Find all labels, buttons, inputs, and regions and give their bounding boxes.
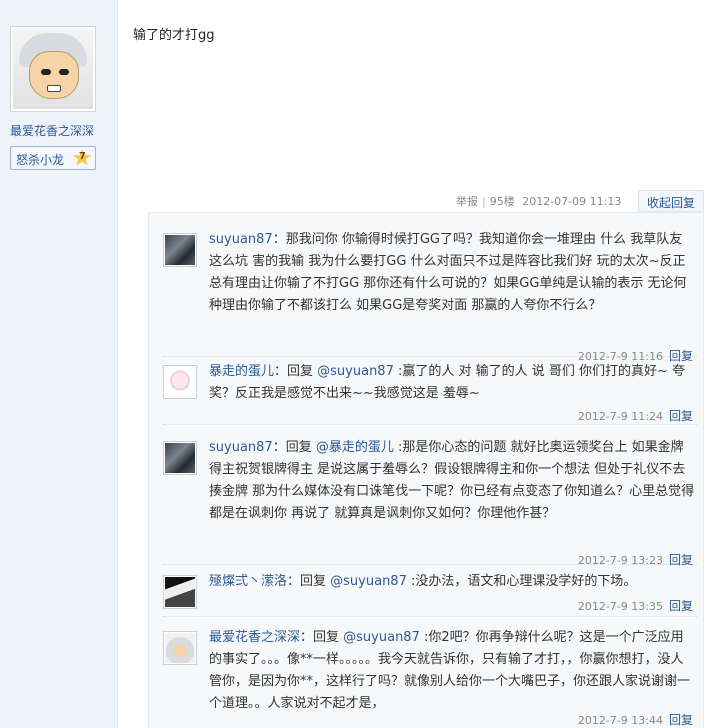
avatar-image <box>13 29 93 109</box>
reply-list: suyuan87：那我问你 你输得时候打GG了吗？我知道你会一堆理由 什么 我草… <box>148 212 704 728</box>
collapse-replies-button[interactable]: 收起回复 <box>638 190 704 212</box>
reply-text: suyuan87：回复 @暴走的蛋儿 :那是你心态的问题 就好比奥运领奖台上 如… <box>209 440 695 521</box>
reply-avatar[interactable] <box>163 631 197 665</box>
reply-time: 2012-7-9 11:24 <box>577 410 663 423</box>
reply-item: suyuan87：回复 @暴走的蛋儿 :那是你心态的问题 就好比奥运领奖台上 如… <box>163 437 697 568</box>
user-name-link[interactable]: 最爱花香之深深 <box>10 122 100 139</box>
report-link[interactable]: 举报 <box>456 195 478 208</box>
reply-item: 殛燦弍丶潆洛：回复 @suyuan87 :没办法，语文和心理课没学好的下场。 2… <box>163 571 697 617</box>
reply-username[interactable]: 殛燦弍丶潆洛 <box>209 574 287 589</box>
reply-time: 2012-7-9 13:44 <box>577 714 663 727</box>
reply-avatar[interactable] <box>163 365 197 399</box>
reply-text: 暴走的蛋儿：回复 @suyuan87 :赢了的人 对 输了的人 说 哥们 你们打… <box>209 364 686 401</box>
reply-time: 2012-7-9 13:23 <box>577 554 663 567</box>
post-content: 输了的才打gg <box>133 28 215 43</box>
reply-time: 2012-7-9 13:35 <box>577 600 663 613</box>
floor-number: 95楼 <box>489 195 515 208</box>
post-meta: 举报 | 95楼 2012-07-09 11:13 <box>456 195 622 208</box>
user-title: 怒杀小龙 <box>16 153 65 167</box>
reply-text: 殛燦弍丶潆洛：回复 @suyuan87 :没办法，语文和心理课没学好的下场。 <box>209 574 637 589</box>
reply-text: suyuan87：那我问你 你输得时候打GG了吗？我知道你会一堆理由 什么 我草… <box>209 229 695 317</box>
reply-mention[interactable]: @暴走的蛋儿 <box>316 440 394 455</box>
reply-username[interactable]: suyuan87 <box>209 232 273 247</box>
reply-button[interactable]: 回复 <box>669 409 693 423</box>
reply-username[interactable]: suyuan87 <box>209 440 273 455</box>
reply-text: 最爱花香之深深：回复 @suyuan87 :你2吧？你再争辩什么呢？这是一个广泛… <box>209 630 691 711</box>
reply-button[interactable]: 回复 <box>669 553 693 567</box>
reply-message: :没办法，语文和心理课没学好的下场。 <box>406 574 637 589</box>
reply-username[interactable]: 暴走的蛋儿 <box>209 364 274 379</box>
reply-footer: 2012-7-9 13:35 回复 <box>578 597 693 614</box>
reply-avatar[interactable] <box>163 233 197 267</box>
reply-item: 暴走的蛋儿：回复 @suyuan87 :赢了的人 对 输了的人 说 哥们 你们打… <box>163 361 697 425</box>
reply-button[interactable]: 回复 <box>669 599 693 613</box>
reply-button[interactable]: 回复 <box>669 713 693 727</box>
reply-footer: 2012-7-9 13:44 回复 <box>578 711 693 728</box>
reply-avatar[interactable] <box>163 441 197 475</box>
user-level: 7 <box>79 151 86 162</box>
reply-item: suyuan87：那我问你 你输得时候打GG了吗？我知道你会一堆理由 什么 我草… <box>163 229 697 363</box>
reply-mention[interactable]: @suyuan87 <box>317 364 394 379</box>
reply-username[interactable]: 最爱花香之深深 <box>209 630 300 645</box>
reply-footer: 2012-7-9 13:23 回复 <box>578 551 693 568</box>
reply-message: ：那我问你 你输得时候打GG了吗？我知道你会一堆理由 什么 我草队友这么坑 害的… <box>209 232 687 313</box>
author-sidebar: 最爱花香之深深 怒杀小龙 7 <box>0 0 118 728</box>
reply-mention[interactable]: @suyuan87 <box>330 574 407 589</box>
reply-footer: 2012-7-9 11:24 回复 <box>578 407 693 424</box>
reply-mention[interactable]: @suyuan87 <box>343 630 420 645</box>
user-title-badge[interactable]: 怒杀小龙 7 <box>10 146 96 170</box>
reply-avatar[interactable] <box>163 575 197 609</box>
post-time: 2012-07-09 11:13 <box>522 195 622 208</box>
reply-item: 最爱花香之深深：回复 @suyuan87 :你2吧？你再争辩什么呢？这是一个广泛… <box>163 627 697 728</box>
user-avatar[interactable] <box>10 26 96 112</box>
